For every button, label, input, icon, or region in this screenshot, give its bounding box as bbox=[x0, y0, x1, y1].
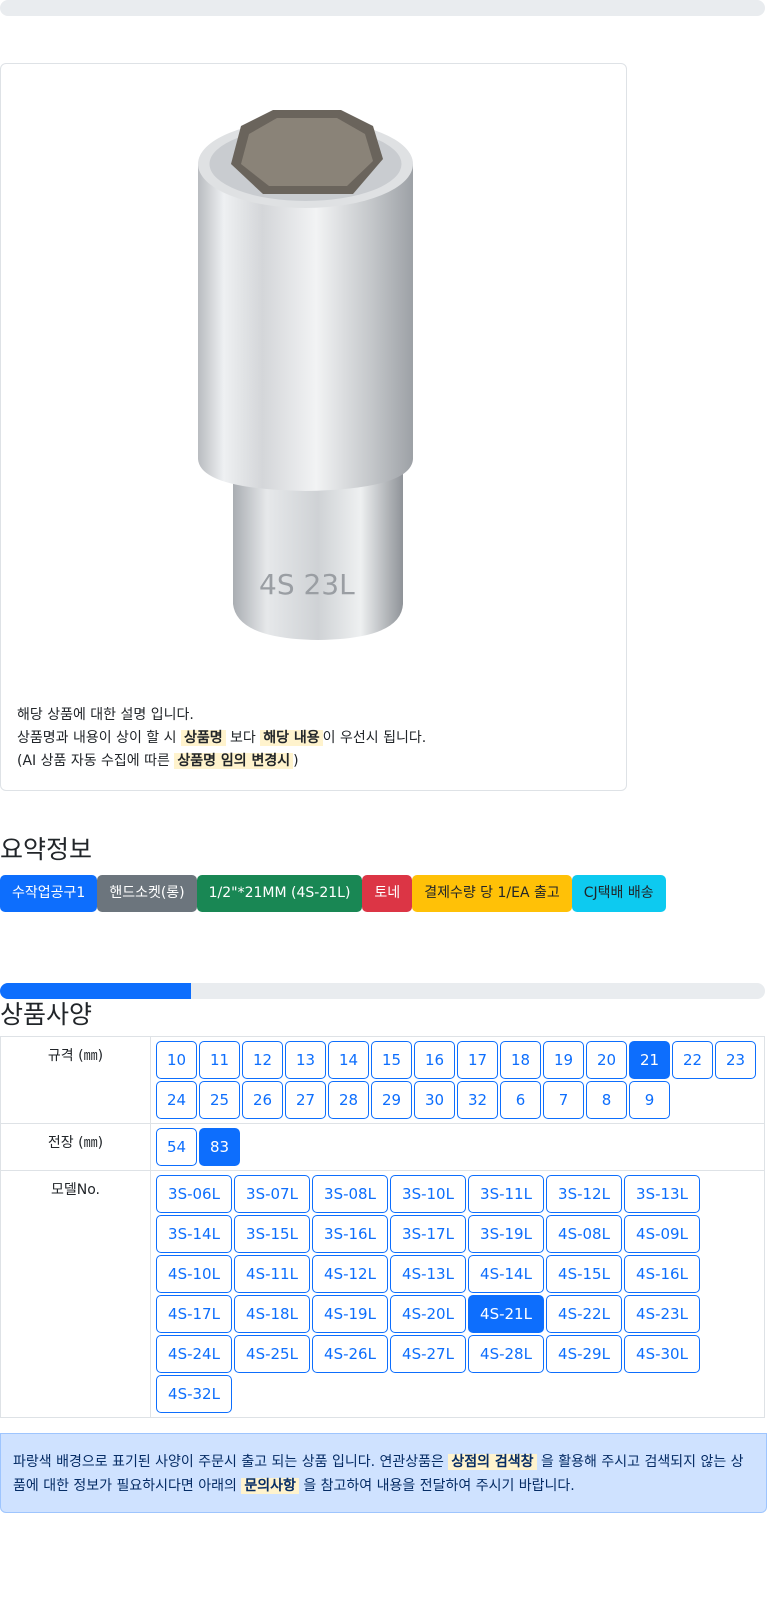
spec-label-size: 규격 (㎜) bbox=[0, 1036, 151, 1124]
model-option-button[interactable]: 4S-09L bbox=[624, 1215, 700, 1253]
summary-tag: 토네 bbox=[362, 875, 413, 912]
size-option-button[interactable]: 26 bbox=[242, 1081, 283, 1119]
length-options: 54 83 bbox=[155, 1127, 760, 1167]
size-option-button[interactable]: 23 bbox=[715, 1041, 756, 1079]
size-option-button[interactable]: 6 bbox=[500, 1081, 541, 1119]
size-option-button[interactable]: 15 bbox=[371, 1041, 412, 1079]
size-option-button[interactable]: 11 bbox=[199, 1041, 240, 1079]
size-option-button[interactable]: 19 bbox=[543, 1041, 584, 1079]
model-option-button[interactable]: 4S-10L bbox=[156, 1255, 232, 1293]
size-option-button[interactable]: 16 bbox=[414, 1041, 455, 1079]
product-card: 4S 23L 해당 상품에 대한 설명 입니다. 상품명과 내용이 상이 할 시… bbox=[0, 63, 627, 791]
model-option-button[interactable]: 4S-14L bbox=[468, 1255, 544, 1293]
spec-title: 상품사양 bbox=[0, 1000, 93, 1029]
size-option-button[interactable]: 21 bbox=[629, 1041, 670, 1079]
size-option-button[interactable]: 7 bbox=[543, 1081, 584, 1119]
model-option-button[interactable]: 4S-21L bbox=[468, 1295, 544, 1333]
summary-tag: 결제수량 당 1/EA 출고 bbox=[412, 875, 572, 912]
model-option-button[interactable]: 4S-30L bbox=[624, 1335, 700, 1373]
model-option-button[interactable]: 3S-08L bbox=[312, 1175, 388, 1213]
summary-tag: CJ택배 배송 bbox=[571, 875, 666, 912]
spec-row-model: 모델No. 3S-06L 3S-07L 3S-08L 3S-10L 3S-11L 3S-1… bbox=[0, 1170, 765, 1418]
summary-tag: 1/2"*21MM (4S-21L) bbox=[196, 875, 363, 912]
model-option-button[interactable]: 4S-29L bbox=[546, 1335, 622, 1373]
product-image: 4S 23L bbox=[198, 110, 413, 640]
summary-tags: 수작업공구1 핸드소켓(롱) 1/2"*21MM (4S-21L) 토네 결제수량 당 … bbox=[0, 875, 666, 912]
size-option-button[interactable]: 14 bbox=[328, 1041, 369, 1079]
model-option-button[interactable]: 4S-32L bbox=[156, 1375, 232, 1413]
model-option-button[interactable]: 3S-17L bbox=[390, 1215, 466, 1253]
size-option-button[interactable]: 18 bbox=[500, 1041, 541, 1079]
model-option-button[interactable]: 4S-08L bbox=[546, 1215, 622, 1253]
size-option-button[interactable]: 8 bbox=[586, 1081, 627, 1119]
size-option-button[interactable]: 32 bbox=[457, 1081, 498, 1119]
summary-tag: 수작업공구1 bbox=[0, 875, 98, 912]
notice-box: 파랑색 배경으로 표기된 사양이 주문시 출고 되는 상품 입니다. 연관상품은… bbox=[0, 1433, 767, 1513]
model-options: 3S-06L 3S-07L 3S-08L 3S-10L 3S-11L 3S-12L 3S-1… bbox=[155, 1174, 760, 1414]
model-option-button[interactable]: 3S-19L bbox=[468, 1215, 544, 1253]
size-option-button[interactable]: 9 bbox=[629, 1081, 670, 1119]
model-option-button[interactable]: 3S-14L bbox=[156, 1215, 232, 1253]
size-option-button[interactable]: 12 bbox=[242, 1041, 283, 1079]
progress-bar bbox=[0, 983, 765, 999]
spec-row-length: 전장 (㎜) 54 83 bbox=[0, 1123, 765, 1171]
model-option-button[interactable]: 3S-13L bbox=[624, 1175, 700, 1213]
size-option-button[interactable]: 10 bbox=[156, 1041, 197, 1079]
summary-title: 요약정보 bbox=[0, 835, 93, 864]
highlight-content: 해당 내용 bbox=[260, 730, 323, 746]
size-option-button[interactable]: 25 bbox=[199, 1081, 240, 1119]
model-option-button[interactable]: 4S-27L bbox=[390, 1335, 466, 1373]
model-option-button[interactable]: 3S-16L bbox=[312, 1215, 388, 1253]
size-option-button[interactable]: 28 bbox=[328, 1081, 369, 1119]
spec-table: 규격 (㎜) 10 11 12 13 14 15 16 17 18 19 20 21 22 23 24 25 2… bbox=[0, 1036, 765, 1418]
model-option-button[interactable]: 3S-12L bbox=[546, 1175, 622, 1213]
model-option-button[interactable]: 4S-15L bbox=[546, 1255, 622, 1293]
model-option-button[interactable]: 4S-23L bbox=[624, 1295, 700, 1333]
product-description: 해당 상품에 대한 설명 입니다. 상품명과 내용이 상이 할 시 상품명 보다… bbox=[17, 704, 617, 773]
model-option-button[interactable]: 4S-13L bbox=[390, 1255, 466, 1293]
model-option-button[interactable]: 4S-16L bbox=[624, 1255, 700, 1293]
size-option-button[interactable]: 27 bbox=[285, 1081, 326, 1119]
size-option-button[interactable]: 29 bbox=[371, 1081, 412, 1119]
size-option-button[interactable]: 13 bbox=[285, 1041, 326, 1079]
summary-tag: 핸드소켓(롱) bbox=[97, 875, 197, 912]
top-bar bbox=[0, 0, 765, 16]
size-option-button[interactable]: 22 bbox=[672, 1041, 713, 1079]
spec-label-length: 전장 (㎜) bbox=[0, 1123, 151, 1171]
model-option-button[interactable]: 3S-06L bbox=[156, 1175, 232, 1213]
spec-row-size: 규격 (㎜) 10 11 12 13 14 15 16 17 18 19 20 21 22 23 24 25 2… bbox=[0, 1036, 765, 1124]
highlight-search-box: 상점의 검색창 bbox=[448, 1454, 537, 1470]
highlight-inquiry: 문의사항 bbox=[241, 1478, 299, 1494]
size-option-button[interactable]: 24 bbox=[156, 1081, 197, 1119]
highlight-name-change: 상품명 임의 변경시 bbox=[174, 753, 294, 769]
size-option-button[interactable]: 20 bbox=[586, 1041, 627, 1079]
description-line-2: 상품명과 내용이 상이 할 시 상품명 보다 해당 내용 이 우선시 됩니다. bbox=[17, 730, 427, 746]
model-option-button[interactable]: 3S-10L bbox=[390, 1175, 466, 1213]
length-option-button[interactable]: 54 bbox=[156, 1128, 197, 1166]
model-option-button[interactable]: 4S-22L bbox=[546, 1295, 622, 1333]
model-option-button[interactable]: 3S-11L bbox=[468, 1175, 544, 1213]
spec-label-model: 모델No. bbox=[0, 1170, 151, 1418]
size-option-button[interactable]: 17 bbox=[457, 1041, 498, 1079]
model-option-button[interactable]: 4S-20L bbox=[390, 1295, 466, 1333]
model-option-button[interactable]: 4S-18L bbox=[234, 1295, 310, 1333]
description-line-1: 해당 상품에 대한 설명 입니다. bbox=[17, 707, 194, 723]
description-line-3: (AI 상품 자동 수집에 따른 상품명 임의 변경시) bbox=[17, 753, 299, 769]
model-option-button[interactable]: 3S-15L bbox=[234, 1215, 310, 1253]
model-option-button[interactable]: 4S-24L bbox=[156, 1335, 232, 1373]
length-option-button[interactable]: 83 bbox=[199, 1128, 240, 1166]
size-option-button[interactable]: 30 bbox=[414, 1081, 455, 1119]
highlight-product-name: 상품명 bbox=[180, 730, 226, 746]
model-option-button[interactable]: 4S-28L bbox=[468, 1335, 544, 1373]
model-option-button[interactable]: 4S-12L bbox=[312, 1255, 388, 1293]
model-option-button[interactable]: 4S-17L bbox=[156, 1295, 232, 1333]
model-option-button[interactable]: 4S-11L bbox=[234, 1255, 310, 1293]
model-option-button[interactable]: 4S-19L bbox=[312, 1295, 388, 1333]
model-option-button[interactable]: 4S-26L bbox=[312, 1335, 388, 1373]
svg-text:4S 23L: 4S 23L bbox=[259, 568, 355, 601]
model-option-button[interactable]: 3S-07L bbox=[234, 1175, 310, 1213]
model-option-button[interactable]: 4S-25L bbox=[234, 1335, 310, 1373]
size-options: 10 11 12 13 14 15 16 17 18 19 20 21 22 23 24 25 26 27 28 29… bbox=[155, 1040, 760, 1120]
